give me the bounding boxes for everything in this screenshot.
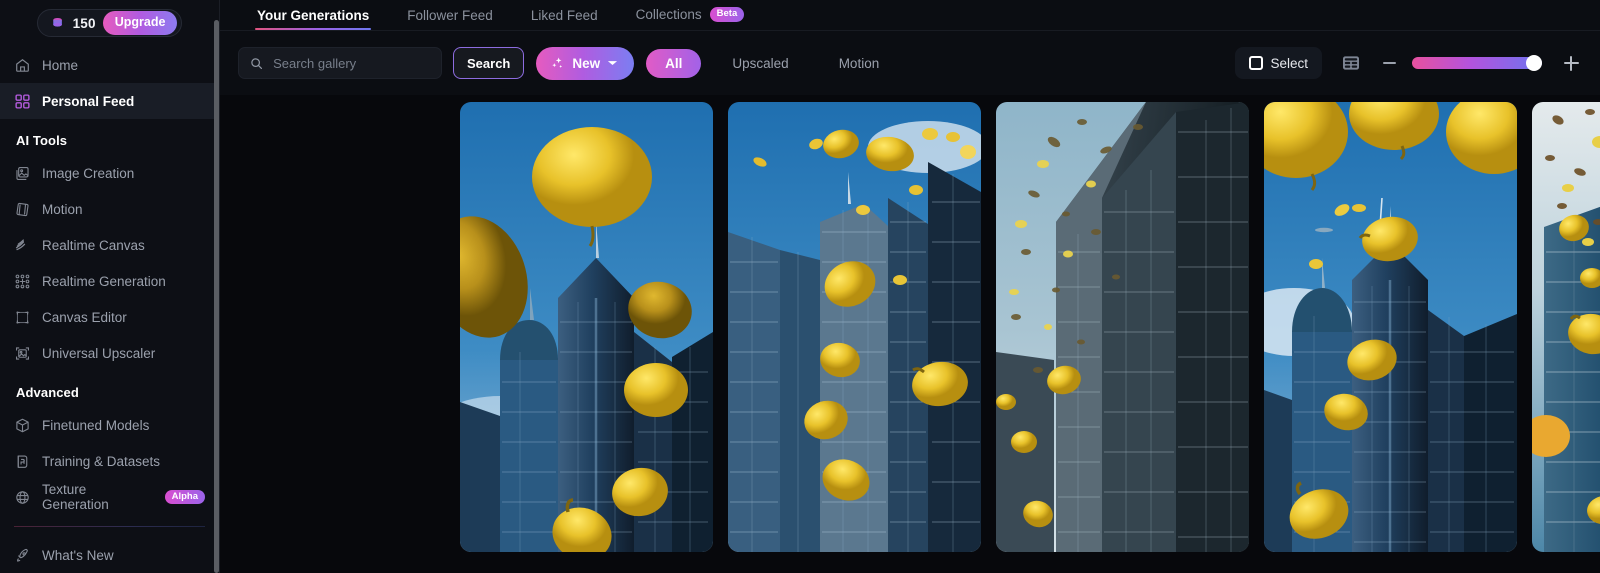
select-button[interactable]: Select — [1235, 47, 1322, 79]
upgrade-button[interactable]: Upgrade — [102, 11, 178, 35]
sidebar-item-canvas-editor[interactable]: Canvas Editor — [0, 299, 219, 335]
sidebar-item-label: Texture Generation — [42, 482, 109, 512]
sidebar-section-advanced: Advanced — [16, 385, 79, 400]
sidebar-item-whats-new-label: What's New — [42, 547, 114, 563]
search-box[interactable] — [238, 47, 442, 79]
gallery-toolbar: Search New All Upscaled Motion Select — [220, 31, 1600, 95]
select-button-label: Select — [1270, 55, 1308, 71]
sidebar-item-label: Finetuned Models — [42, 417, 150, 433]
search-input[interactable] — [273, 55, 430, 71]
coins-icon — [52, 17, 62, 27]
new-button-label: New — [572, 55, 601, 71]
rocket-icon — [17, 548, 28, 562]
gallery-item[interactable] — [460, 102, 713, 552]
feed-tabs: Your Generations Follower Feed Liked Fee… — [220, 0, 1600, 31]
sidebar-item-personal-feed[interactable]: Personal Feed — [0, 83, 219, 119]
film-icon — [16, 202, 29, 216]
search-button[interactable]: Search — [453, 47, 525, 79]
main-content: Your Generations Follower Feed Liked Fee… — [220, 0, 1600, 573]
plus-icon — [1563, 55, 1579, 71]
credits-row: 150 Upgrade — [0, 0, 219, 47]
zoom-slider-thumb[interactable] — [1526, 55, 1542, 71]
sidebar-section-ai-tools: AI Tools — [16, 133, 68, 148]
tab-your-generations[interactable]: Your Generations — [238, 7, 388, 31]
sidebar-item-label: Canvas Editor — [42, 309, 127, 325]
sidebar-item-label: Training & Datasets — [42, 453, 161, 469]
sparkles-icon — [552, 57, 563, 68]
generated-image — [1264, 102, 1517, 552]
chevron-down-icon — [608, 61, 618, 66]
tab-follower-feed[interactable]: Follower Feed — [388, 7, 512, 31]
generated-image — [460, 102, 713, 552]
upscale-image-icon — [15, 346, 30, 360]
beta-badge: Beta — [709, 7, 745, 22]
dotted-plus-icon — [15, 274, 30, 288]
sidebar-item-training-datasets[interactable]: Training & Datasets — [0, 443, 219, 479]
sidebar-item-whats-new[interactable]: What's New — [0, 537, 219, 573]
alpha-badge: Alpha — [164, 489, 205, 505]
checkbox-square-icon — [1249, 56, 1264, 70]
gallery-item[interactable] — [996, 102, 1249, 552]
tab-label: Follower Feed — [407, 7, 493, 23]
sidebar-item-home-label: Home — [42, 57, 79, 73]
sidebar-item-realtime-generation[interactable]: Realtime Generation — [0, 263, 219, 299]
gallery-grid — [220, 102, 1600, 552]
sidebar-item-image-creation[interactable]: Image Creation — [0, 155, 219, 191]
sidebar-scrollbar[interactable] — [214, 20, 219, 573]
credits-pill[interactable]: 150 Upgrade — [36, 9, 183, 37]
texture-sphere-icon — [16, 490, 29, 504]
sidebar-item-motion[interactable]: Motion — [0, 191, 219, 227]
generated-image — [728, 102, 981, 552]
sidebar-item-texture-generation[interactable]: Texture Generation Alpha — [0, 479, 219, 515]
gallery-item[interactable] — [1264, 102, 1517, 552]
brush-strokes-icon — [15, 238, 26, 250]
zoom-slider-track — [1412, 57, 1542, 69]
filter-motion[interactable]: Motion — [820, 49, 899, 78]
training-icon — [17, 455, 28, 468]
zoom-in-button[interactable] — [1556, 48, 1586, 78]
sidebar-item-label: Realtime Canvas — [42, 237, 145, 253]
sidebar-item-label: Image Creation — [42, 165, 135, 181]
frame-corners-icon — [16, 310, 29, 324]
new-button[interactable]: New — [536, 46, 635, 80]
tab-label: Liked Feed — [530, 7, 598, 23]
sidebar-item-label: Universal Upscaler — [42, 345, 156, 361]
sidebar-item-personal-feed-label: Personal Feed — [42, 93, 135, 109]
layout-grid-button[interactable] — [1336, 48, 1366, 78]
home-icon — [16, 58, 29, 72]
tab-label: Collections — [635, 6, 702, 22]
generated-image — [996, 102, 1249, 552]
filter-all[interactable]: All — [646, 48, 702, 78]
sidebar-item-home[interactable]: Home — [0, 47, 219, 83]
zoom-slider[interactable] — [1412, 55, 1542, 71]
cube-icon — [16, 418, 29, 432]
tab-collections[interactable]: Collections Beta — [617, 7, 764, 30]
sidebar-item-realtime-canvas[interactable]: Realtime Canvas — [0, 227, 219, 263]
tab-liked-feed[interactable]: Liked Feed — [512, 7, 617, 31]
minus-icon — [1382, 62, 1396, 64]
app-root: 150 Upgrade Home Personal Feed AI Tools — [0, 0, 1600, 573]
filter-upscaled[interactable]: Upscaled — [713, 49, 807, 78]
grid-squares-icon — [15, 93, 30, 109]
gallery-item[interactable] — [728, 102, 981, 552]
credits-value: 150 — [72, 15, 96, 31]
sidebar-item-label: Motion — [42, 201, 83, 217]
sidebar-item-finetuned-models[interactable]: Finetuned Models — [0, 407, 219, 443]
sidebar-item-label: Realtime Generation — [42, 273, 166, 289]
zoom-out-button[interactable] — [1374, 48, 1404, 78]
layout-grid-icon — [1343, 56, 1359, 70]
tab-label: Your Generations — [257, 7, 370, 23]
search-icon — [251, 57, 263, 69]
gallery-item[interactable] — [1532, 102, 1600, 552]
sidebar: 150 Upgrade Home Personal Feed AI Tools — [0, 0, 220, 573]
sidebar-divider — [14, 526, 205, 527]
sidebar-item-universal-upscaler[interactable]: Universal Upscaler — [0, 335, 219, 371]
generated-image — [1532, 102, 1600, 552]
image-icon — [16, 166, 29, 180]
